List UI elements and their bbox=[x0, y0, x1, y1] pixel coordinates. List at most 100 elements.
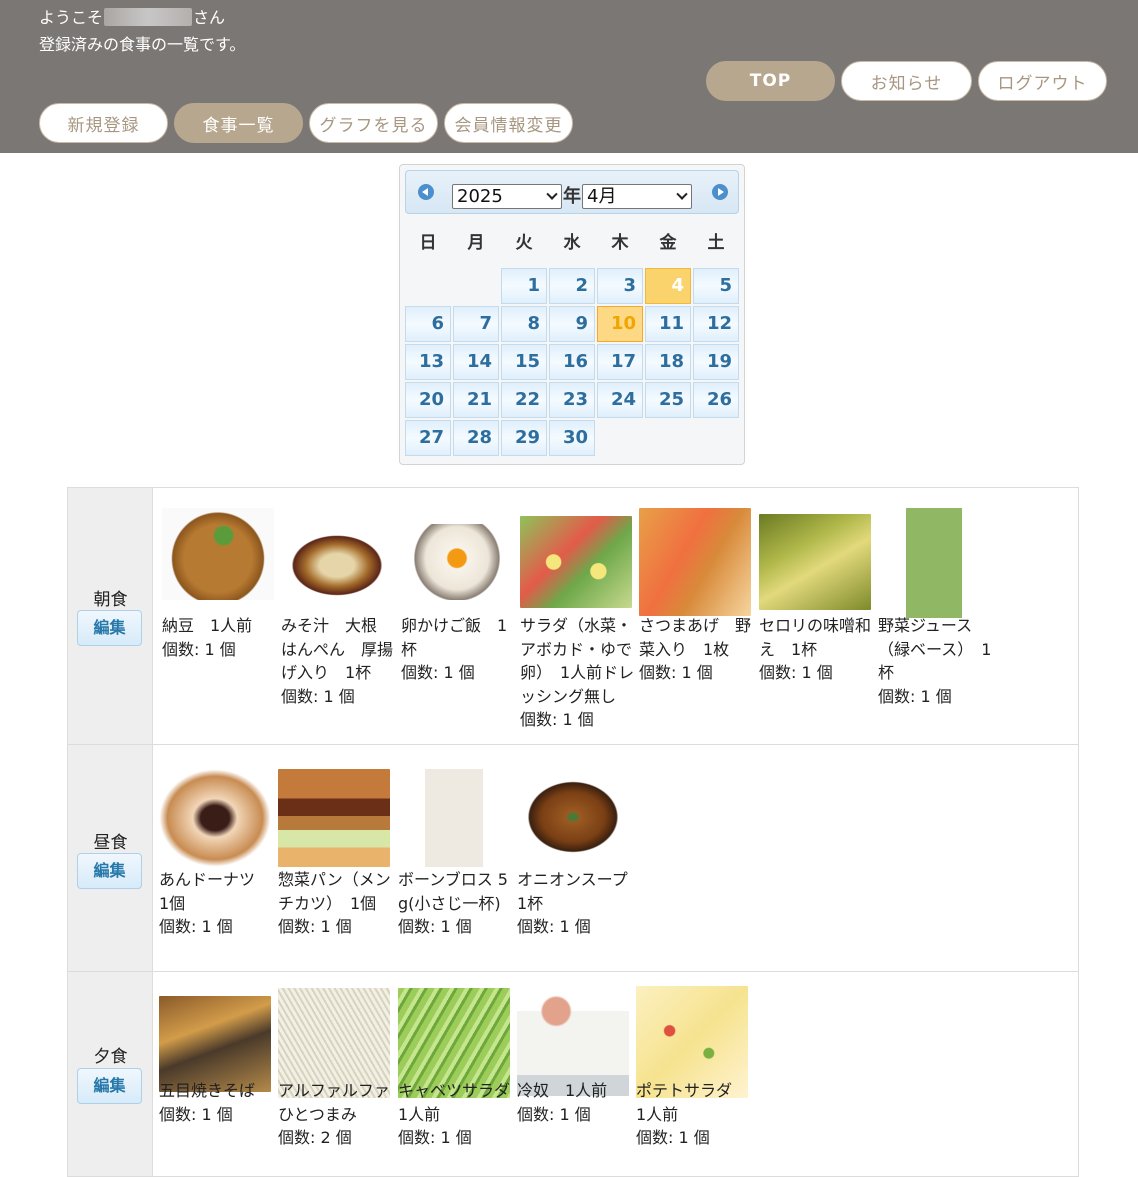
calendar-day[interactable]: 4 bbox=[645, 268, 691, 304]
food-count: 個数: 1 個 bbox=[517, 917, 591, 936]
calendar-day[interactable]: 25 bbox=[645, 382, 691, 418]
food-item[interactable]: 野菜ジュース（緑ベース） 1杯 個数: 1 個 bbox=[878, 488, 994, 744]
year-select[interactable]: 2025 bbox=[452, 184, 562, 209]
weekday-label: 月 bbox=[467, 233, 485, 253]
food-text: 冷奴 1人前 個数: 1 個 bbox=[517, 1079, 633, 1126]
food-item[interactable]: さつまあげ 野菜入り 1枚 個数: 1 個 bbox=[639, 488, 755, 744]
food-label: 惣菜パン（メンチカツ） 1個 bbox=[278, 870, 391, 913]
food-count: 個数: 1 個 bbox=[636, 1128, 710, 1147]
calendar-day[interactable]: 19 bbox=[693, 344, 739, 380]
celery-miso-photo[interactable] bbox=[759, 514, 871, 610]
food-item[interactable]: ポテトサラダ 1人前 個数: 1 個 bbox=[636, 972, 752, 1177]
logout-button[interactable]: ログアウト bbox=[978, 61, 1107, 101]
food-item[interactable]: サラダ（水菜・アボカド・ゆで卵） 1人前ドレッシング無し 個数: 1 個 bbox=[520, 488, 636, 744]
food-item[interactable]: 五目焼きそば 個数: 1 個 bbox=[159, 972, 275, 1177]
calendar-day[interactable]: 23 bbox=[549, 382, 595, 418]
green-juice-photo[interactable] bbox=[878, 508, 990, 618]
calendar-day[interactable]: 5 bbox=[693, 268, 739, 304]
food-item[interactable]: ボーンブロス 5g(小さじ一杯) 個数: 1 個 bbox=[398, 745, 514, 972]
calendar-day[interactable]: 29 bbox=[501, 420, 547, 456]
calendar-day[interactable]: 10 bbox=[597, 306, 643, 342]
calendar-day[interactable]: 18 bbox=[645, 344, 691, 380]
chevron-down-icon bbox=[546, 188, 558, 200]
register-button[interactable]: 新規登録 bbox=[39, 103, 168, 143]
food-count: 個数: 1 個 bbox=[159, 917, 233, 936]
food-item[interactable]: オニオンスープ 1杯個数: 1 個 bbox=[517, 745, 633, 972]
food-item[interactable]: 納豆 1人前 個数: 1 個 bbox=[162, 488, 278, 744]
month-select[interactable]: 4月 bbox=[582, 184, 692, 209]
calendar-day[interactable]: 2 bbox=[549, 268, 595, 304]
food-item[interactable]: アルファルファ ひとつまみ 個数: 2 個 bbox=[278, 972, 394, 1177]
welcome-suffix: さん bbox=[193, 8, 226, 27]
food-item[interactable]: みそ汁 大根 はんぺん 厚揚げ入り 1杯 個数: 1 個 bbox=[281, 488, 397, 744]
member-info-button[interactable]: 会員情報変更 bbox=[444, 103, 573, 143]
miso-soup-photo[interactable] bbox=[281, 528, 393, 596]
natto-photo[interactable] bbox=[162, 508, 274, 600]
calendar-day[interactable]: 21 bbox=[453, 382, 499, 418]
food-count: 個数: 1 個 bbox=[401, 663, 475, 682]
food-text: さつまあげ 野菜入り 1枚 個数: 1 個 bbox=[639, 614, 755, 685]
calendar-day[interactable]: 17 bbox=[597, 344, 643, 380]
calendar-day[interactable]: 20 bbox=[405, 382, 451, 418]
year-suffix: 年 bbox=[563, 186, 581, 207]
calendar-day[interactable]: 22 bbox=[501, 382, 547, 418]
tamago-kake-gohan-photo[interactable] bbox=[401, 524, 513, 600]
edit-button[interactable]: 編集 bbox=[77, 853, 142, 889]
top-button[interactable]: TOP bbox=[706, 61, 835, 101]
satsuma-age-photo[interactable] bbox=[639, 508, 751, 616]
calendar-day[interactable]: 8 bbox=[501, 306, 547, 342]
food-count: 個数: 1 個 bbox=[398, 1128, 472, 1147]
calendar-day[interactable]: 16 bbox=[549, 344, 595, 380]
meal-name: 夕食 bbox=[93, 1047, 128, 1067]
food-label: 納豆 1人前 bbox=[162, 616, 253, 635]
edit-button[interactable]: 編集 bbox=[77, 1068, 142, 1104]
edit-button[interactable]: 編集 bbox=[77, 610, 142, 646]
bone-broth-pack-photo[interactable] bbox=[398, 769, 510, 867]
menchi-katsu-pan-photo[interactable] bbox=[278, 769, 390, 867]
calendar-day[interactable]: 11 bbox=[645, 306, 691, 342]
prev-month-icon[interactable] bbox=[418, 184, 434, 200]
calendar-day[interactable]: 27 bbox=[405, 420, 451, 456]
meal-list-button[interactable]: 食事一覧 bbox=[174, 103, 303, 143]
graph-button[interactable]: グラフを見る bbox=[309, 103, 438, 143]
food-item[interactable]: 卵かけご飯 1杯 個数: 1 個 bbox=[401, 488, 517, 744]
calendar-day[interactable]: 14 bbox=[453, 344, 499, 380]
calendar-day[interactable]: 28 bbox=[453, 420, 499, 456]
food-item[interactable]: あんドーナツ 1個 個数: 1 個 bbox=[159, 745, 275, 972]
calendar-day[interactable]: 7 bbox=[453, 306, 499, 342]
an-donut-photo[interactable] bbox=[159, 769, 271, 867]
food-count: 個数: 1 個 bbox=[517, 1104, 591, 1124]
calendar-day[interactable]: 12 bbox=[693, 306, 739, 342]
food-count: 個数: 1 個 bbox=[162, 639, 236, 659]
calendar-header: 2025 年 4月 bbox=[405, 170, 739, 214]
news-button[interactable]: お知らせ bbox=[841, 61, 972, 101]
chevron-down-icon bbox=[676, 188, 688, 200]
food-label: セロリの味噌和え 1杯 bbox=[759, 616, 872, 659]
calendar-day[interactable]: 15 bbox=[501, 344, 547, 380]
food-label: オニオンスープ 1杯 bbox=[517, 870, 628, 913]
food-text: サラダ（水菜・アボカド・ゆで卵） 1人前ドレッシング無し 個数: 1 個 bbox=[520, 614, 636, 732]
food-label: みそ汁 大根 はんぺん 厚揚げ入り 1杯 bbox=[281, 616, 394, 682]
calendar-day[interactable]: 13 bbox=[405, 344, 451, 380]
food-item[interactable]: セロリの味噌和え 1杯 個数: 1 個 bbox=[759, 488, 875, 744]
calendar-day[interactable]: 1 bbox=[501, 268, 547, 304]
food-text: ボーンブロス 5g(小さじ一杯) 個数: 1 個 bbox=[398, 868, 514, 939]
meal-name: 朝食 bbox=[93, 590, 128, 610]
next-month-icon[interactable] bbox=[712, 184, 728, 200]
weekday-label: 土 bbox=[707, 233, 725, 253]
food-text: 卵かけご飯 1杯 個数: 1 個 bbox=[401, 614, 517, 685]
gomoku-yakisoba-photo[interactable] bbox=[159, 996, 271, 1092]
food-item[interactable]: キャベツサラダ 1人前 個数: 1 個 bbox=[398, 972, 526, 1177]
calendar-day[interactable]: 26 bbox=[693, 382, 739, 418]
food-item[interactable]: 冷奴 1人前 個数: 1 個 bbox=[517, 972, 633, 1177]
calendar-day[interactable]: 3 bbox=[597, 268, 643, 304]
food-text: 野菜ジュース（緑ベース） 1杯 個数: 1 個 bbox=[878, 614, 994, 708]
onion-soup-photo[interactable] bbox=[517, 773, 629, 861]
food-item[interactable]: 惣菜パン（メンチカツ） 1個 個数: 1 個 bbox=[278, 745, 394, 972]
calendar-day[interactable]: 9 bbox=[549, 306, 595, 342]
calendar-day[interactable]: 30 bbox=[549, 420, 595, 456]
calendar-day[interactable]: 6 bbox=[405, 306, 451, 342]
calendar-day[interactable]: 24 bbox=[597, 382, 643, 418]
meal-row: 朝食 編集 納豆 1人前 個数: 1 個みそ汁 大根 はんぺん 厚揚げ入り 1杯 個数:… bbox=[68, 488, 1078, 744]
salad-photo[interactable] bbox=[520, 516, 632, 608]
